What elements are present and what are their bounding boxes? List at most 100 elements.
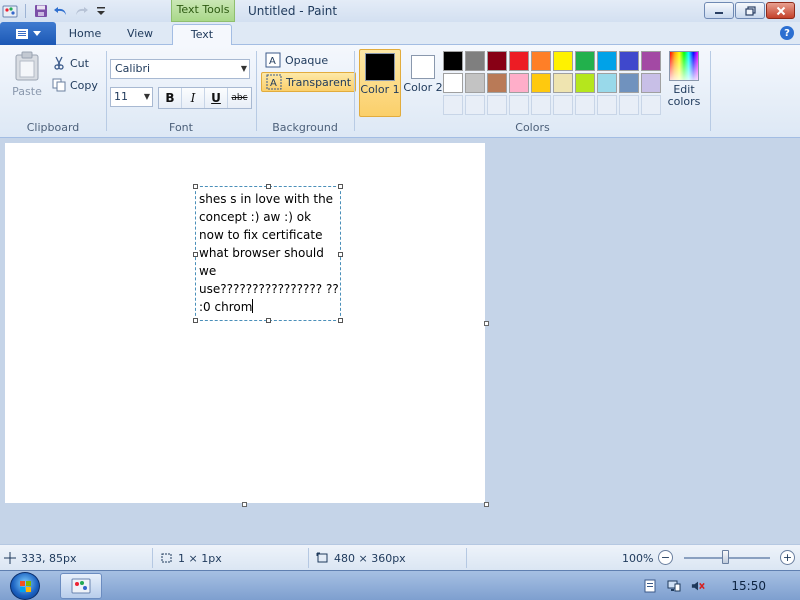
palette-color-swatch[interactable]	[487, 73, 507, 93]
opaque-button[interactable]: A Opaque	[261, 50, 332, 70]
clipboard-group: Paste Cut Copy Clipboard	[0, 47, 106, 136]
italic-button[interactable]: I	[182, 88, 205, 108]
bold-button[interactable]: B	[159, 88, 182, 108]
start-button[interactable]	[10, 572, 40, 600]
text-box[interactable]: shes s in love with the concept :) aw :)…	[193, 184, 343, 323]
tab-view[interactable]: View	[115, 24, 165, 45]
palette-color-swatch[interactable]	[597, 73, 617, 93]
palette-color-swatch[interactable]	[553, 51, 573, 71]
cursor-position: 333, 85px	[4, 545, 76, 571]
opaque-label: Opaque	[285, 53, 329, 67]
network-icon[interactable]	[667, 579, 681, 593]
palette-custom-slot[interactable]	[509, 95, 529, 115]
palette-color-swatch[interactable]	[443, 51, 463, 71]
zoom-slider-thumb[interactable]	[722, 550, 729, 564]
color2-button[interactable]: Color 2	[402, 49, 444, 117]
textbox-handle[interactable]	[266, 184, 271, 189]
textbox-handle[interactable]	[338, 318, 343, 323]
palette-color-swatch[interactable]	[443, 73, 463, 93]
palette-color-swatch[interactable]	[619, 73, 639, 93]
text-box-content[interactable]: shes s in love with the concept :) aw :)…	[199, 190, 339, 316]
palette-color-swatch[interactable]	[465, 73, 485, 93]
paste-button[interactable]: Paste	[6, 51, 48, 105]
palette-color-swatch[interactable]	[531, 51, 551, 71]
font-group-label: Font	[169, 121, 193, 134]
restore-icon	[744, 5, 756, 16]
palette-custom-slot[interactable]	[575, 95, 595, 115]
chevron-down-icon	[33, 30, 41, 36]
canvas-resize-handle-bottom[interactable]	[242, 502, 247, 507]
palette-custom-slot[interactable]	[641, 95, 661, 115]
colors-group-label: Colors	[515, 121, 550, 134]
canvas-resize-handle-corner[interactable]	[484, 502, 489, 507]
paint-app-icon[interactable]	[2, 3, 18, 19]
font-family-select[interactable]: Calibri ▼	[110, 59, 250, 79]
tab-home[interactable]: Home	[60, 24, 110, 45]
close-button[interactable]	[766, 2, 795, 19]
save-icon[interactable]	[33, 3, 49, 19]
palette-color-swatch[interactable]	[641, 51, 661, 71]
edit-colors-button[interactable]: Edit colors	[664, 51, 704, 108]
taskbar-paint-button[interactable]	[60, 573, 102, 599]
title-bar: Text Tools Untitled - Paint	[0, 0, 800, 22]
palette-custom-slot[interactable]	[487, 95, 507, 115]
volume-muted-icon[interactable]	[691, 579, 706, 593]
textbox-handle[interactable]	[266, 318, 271, 323]
textbox-handle[interactable]	[193, 252, 198, 257]
palette-color-swatch[interactable]	[531, 73, 551, 93]
palette-color-swatch[interactable]	[619, 51, 639, 71]
drawing-canvas[interactable]: shes s in love with the concept :) aw :)…	[5, 143, 485, 503]
window-title: Untitled - Paint	[248, 4, 338, 18]
paint-app-icon	[71, 578, 91, 594]
palette-custom-slot[interactable]	[553, 95, 573, 115]
zoom-out-button[interactable]: −	[658, 550, 673, 565]
palette-custom-slot[interactable]	[465, 95, 485, 115]
palette-custom-slot[interactable]	[597, 95, 617, 115]
window-controls	[704, 2, 795, 19]
minimize-button[interactable]	[704, 2, 734, 19]
cut-button[interactable]: Cut	[52, 54, 89, 72]
palette-color-swatch[interactable]	[641, 73, 661, 93]
customize-qat-icon[interactable]	[93, 3, 109, 19]
color1-button[interactable]: Color 1	[359, 49, 401, 117]
color1-label: Color 1	[360, 83, 400, 96]
strikethrough-button[interactable]: abc	[228, 88, 251, 108]
palette-custom-slot[interactable]	[443, 95, 463, 115]
svg-text:A: A	[270, 78, 277, 89]
paint-menu-button[interactable]	[0, 22, 56, 45]
palette-color-swatch[interactable]	[575, 51, 595, 71]
copy-button[interactable]: Copy	[52, 76, 98, 94]
scissors-icon	[54, 56, 64, 70]
document-icon[interactable]	[643, 579, 657, 593]
textbox-handle[interactable]	[338, 184, 343, 189]
transparent-icon: A	[266, 74, 282, 90]
font-size-select[interactable]: 11 ▼	[110, 87, 153, 107]
transparent-label: Transparent	[286, 75, 352, 89]
undo-icon[interactable]	[53, 3, 69, 19]
help-icon[interactable]: ?	[780, 26, 794, 40]
status-separator	[152, 548, 153, 568]
palette-custom-slot[interactable]	[531, 95, 551, 115]
palette-color-swatch[interactable]	[487, 51, 507, 71]
minimize-icon	[715, 11, 723, 14]
textbox-handle[interactable]	[193, 318, 198, 323]
palette-color-swatch[interactable]	[509, 73, 529, 93]
taskbar-clock[interactable]: 15:50	[731, 579, 766, 593]
font-family-value: Calibri	[115, 62, 151, 75]
zoom-in-button[interactable]: +	[780, 550, 795, 565]
palette-color-swatch[interactable]	[465, 51, 485, 71]
restore-button[interactable]	[735, 2, 765, 19]
font-format-buttons: B I U abc	[158, 87, 252, 109]
underline-button[interactable]: U	[205, 88, 228, 108]
palette-color-swatch[interactable]	[575, 73, 595, 93]
palette-custom-slot[interactable]	[619, 95, 639, 115]
context-tab-header-text-tools: Text Tools	[171, 0, 235, 22]
opaque-icon: A	[265, 52, 281, 68]
palette-color-swatch[interactable]	[553, 73, 573, 93]
transparent-button[interactable]: A Transparent	[261, 72, 357, 92]
tab-text[interactable]: Text	[172, 24, 232, 46]
canvas-resize-handle-right[interactable]	[484, 321, 489, 326]
palette-color-swatch[interactable]	[597, 51, 617, 71]
textbox-handle[interactable]	[193, 184, 198, 189]
palette-color-swatch[interactable]	[509, 51, 529, 71]
